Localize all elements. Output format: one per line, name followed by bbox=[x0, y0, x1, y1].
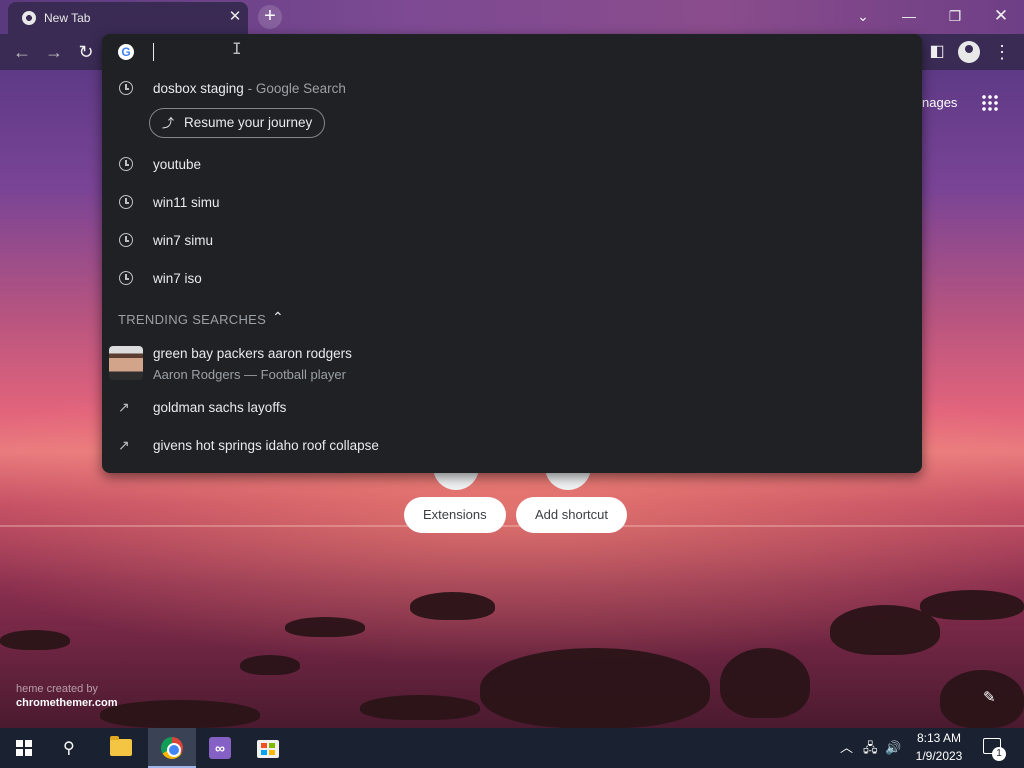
chrome-icon bbox=[22, 11, 36, 25]
file-explorer-button[interactable] bbox=[98, 728, 146, 768]
clock-time[interactable]: 8:13 AM bbox=[916, 731, 962, 745]
suggestion-row[interactable]: dosbox staging - Google Search bbox=[102, 70, 922, 108]
resume-journey-button[interactable]: ⤴ Resume your journey bbox=[149, 108, 326, 138]
history-icon bbox=[119, 271, 133, 285]
rock bbox=[410, 592, 495, 620]
rock bbox=[720, 648, 810, 718]
suggestion-suffix: - Google Search bbox=[243, 81, 346, 96]
mouse-cursor-ibeam: I bbox=[232, 39, 242, 58]
omnibox-input-row[interactable]: G I bbox=[102, 34, 922, 70]
reload-icon[interactable]: ↻ bbox=[74, 40, 98, 64]
rock bbox=[240, 655, 300, 675]
rock bbox=[100, 700, 260, 728]
profile-avatar-icon[interactable] bbox=[958, 41, 980, 63]
trending-suggestion-subtitle: Aaron Rodgers — Football player bbox=[153, 367, 346, 382]
chrome-icon bbox=[161, 737, 183, 759]
trending-suggestion-row[interactable]: ↗ givens hot springs idaho roof collapse bbox=[102, 427, 922, 465]
suggestion-row[interactable]: youtube bbox=[102, 146, 922, 184]
store-icon bbox=[257, 740, 279, 758]
close-icon[interactable]: ✕ bbox=[986, 4, 1016, 28]
google-apps-icon[interactable] bbox=[981, 94, 999, 112]
notification-count-badge: 1 bbox=[992, 747, 1006, 761]
rock bbox=[940, 670, 1024, 728]
restore-icon[interactable]: ❐ bbox=[940, 4, 970, 28]
history-icon bbox=[119, 81, 133, 95]
customize-pencil-icon[interactable]: ✎ bbox=[983, 688, 996, 706]
suggestion-text: dosbox staging bbox=[153, 81, 244, 96]
close-tab-icon[interactable]: ✕ bbox=[226, 8, 244, 26]
suggestion-row[interactable]: win11 simu bbox=[102, 184, 922, 222]
chevron-up-icon[interactable]: ⌃ bbox=[272, 309, 284, 326]
visual-studio-button[interactable]: ∞ bbox=[196, 728, 244, 768]
images-link[interactable]: nages bbox=[922, 95, 957, 110]
visual-studio-icon: ∞ bbox=[209, 737, 231, 759]
suggestion-text: win11 simu bbox=[153, 195, 220, 210]
forward-icon[interactable]: → bbox=[42, 40, 66, 64]
tab-new-tab[interactable]: New Tab ✕ bbox=[8, 2, 248, 34]
tray-overflow-icon[interactable]: ︿ bbox=[840, 728, 853, 768]
side-panel-icon[interactable]: ◧ bbox=[925, 40, 949, 64]
suggestion-row[interactable]: win7 iso bbox=[102, 260, 922, 298]
trending-suggestion-text: goldman sachs layoffs bbox=[153, 400, 287, 415]
menu-icon[interactable]: ⋮ bbox=[990, 40, 1014, 64]
history-icon bbox=[119, 157, 133, 171]
file-explorer-icon bbox=[110, 736, 132, 756]
theme-credit-prefix: heme created by bbox=[16, 683, 98, 695]
suggestion-text: win7 simu bbox=[153, 233, 214, 248]
suggestion-row[interactable]: win7 simu bbox=[102, 222, 922, 260]
trending-suggestion-text: givens hot springs idaho roof collapse bbox=[153, 438, 379, 453]
trending-suggestion-text[interactable]: green bay packers aaron rodgers bbox=[153, 346, 352, 361]
rock bbox=[285, 617, 365, 637]
extensions-shortcut[interactable]: Extensions bbox=[404, 497, 506, 533]
history-icon bbox=[119, 195, 133, 209]
trending-icon: ↗ bbox=[118, 437, 130, 453]
start-button[interactable] bbox=[0, 728, 48, 768]
rock bbox=[0, 630, 70, 650]
horizon-line bbox=[0, 525, 1024, 527]
title-bar: New Tab ✕ + ⌄ — ❐ ✕ bbox=[0, 0, 1024, 34]
rock bbox=[480, 648, 710, 728]
taskbar: ⚲ ∞ ︿ 🖧 🔊 8:13 AM 1/9/2023 1 bbox=[0, 728, 1024, 768]
tab-title: New Tab bbox=[44, 11, 91, 25]
rock bbox=[360, 695, 480, 720]
rock bbox=[920, 590, 1024, 620]
taskbar-search-button[interactable]: ⚲ bbox=[48, 728, 96, 768]
suggestion-text: youtube bbox=[153, 157, 202, 172]
omnibox-dropdown: G I dosbox staging - Google Search ⤴ Res… bbox=[102, 34, 922, 473]
volume-icon[interactable]: 🔊 bbox=[885, 728, 901, 768]
journey-icon: ⤴ bbox=[162, 116, 175, 130]
trending-icon: ↗ bbox=[118, 399, 130, 415]
google-g-icon: G bbox=[118, 44, 134, 60]
clock-date[interactable]: 1/9/2023 bbox=[912, 749, 966, 763]
add-shortcut-button[interactable]: Add shortcut bbox=[516, 497, 627, 533]
network-icon[interactable]: 🖧 bbox=[863, 728, 878, 768]
store-button[interactable] bbox=[244, 728, 292, 768]
history-icon bbox=[119, 233, 133, 247]
theme-credit[interactable]: heme created by chromethemer.com bbox=[16, 682, 117, 710]
tab-search-icon[interactable]: ⌄ bbox=[848, 4, 878, 28]
back-icon[interactable]: ← bbox=[10, 40, 34, 64]
omnibox-input[interactable] bbox=[154, 42, 854, 62]
minimize-icon[interactable]: — bbox=[894, 4, 924, 28]
trending-suggestion-row[interactable]: ↗ goldman sachs layoffs bbox=[102, 389, 922, 427]
entity-thumbnail bbox=[109, 346, 143, 380]
new-tab-button[interactable]: + bbox=[258, 5, 282, 29]
suggestion-text: win7 iso bbox=[153, 271, 202, 286]
windows-logo-icon bbox=[16, 740, 32, 756]
chrome-taskbar-button[interactable] bbox=[148, 728, 196, 768]
suggestion-text-wrap: dosbox staging - Google Search bbox=[153, 81, 346, 96]
resume-journey-label: Resume your journey bbox=[184, 115, 313, 130]
trending-header: TRENDING SEARCHES bbox=[118, 312, 267, 327]
search-icon: ⚲ bbox=[63, 740, 75, 757]
theme-credit-brand[interactable]: chromethemer.com bbox=[16, 696, 117, 710]
